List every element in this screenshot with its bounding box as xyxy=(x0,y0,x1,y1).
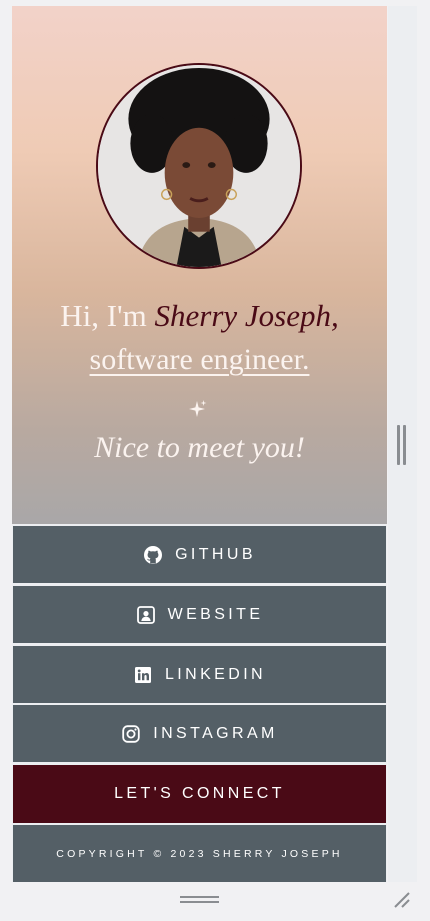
bottom-drag-handle[interactable] xyxy=(180,896,219,904)
sparkle-icon xyxy=(188,399,208,419)
instagram-button[interactable]: INSTAGRAM xyxy=(13,705,386,762)
profile-photo xyxy=(98,65,300,267)
scroll-handle[interactable] xyxy=(397,425,406,465)
greeting-text: Hi, I'm xyxy=(60,298,155,333)
website-label: WEBSITE xyxy=(167,605,264,623)
hero-section: Hi, I'm Sherry Joseph, software engineer… xyxy=(12,6,387,524)
resize-grip-icon[interactable] xyxy=(392,890,412,910)
intro-heading: Hi, I'm Sherry Joseph, xyxy=(12,294,387,338)
github-button[interactable]: GITHUB xyxy=(13,526,386,583)
page-viewport: Hi, I'm Sherry Joseph, software engineer… xyxy=(12,6,387,882)
linkedin-icon xyxy=(133,665,153,685)
github-icon xyxy=(143,545,163,565)
instagram-icon xyxy=(121,724,141,744)
portrait-icon xyxy=(136,605,156,625)
copyright-text: COPYRIGHT © 2023 SHERRY JOSEPH xyxy=(56,847,343,860)
name-text: Sherry Joseph, xyxy=(154,298,339,333)
linkedin-button[interactable]: LINKEDIN xyxy=(13,646,386,703)
avatar xyxy=(96,63,302,269)
footer: COPYRIGHT © 2023 SHERRY JOSEPH xyxy=(13,825,386,882)
tagline: Nice to meet you! xyxy=(94,431,305,464)
lets-connect-label: LET'S CONNECT xyxy=(114,785,285,802)
linkedin-label: LINKEDIN xyxy=(165,665,266,683)
website-button[interactable]: WEBSITE xyxy=(13,586,386,643)
lets-connect-button[interactable]: LET'S CONNECT xyxy=(13,765,386,823)
instagram-label: INSTAGRAM xyxy=(153,724,278,742)
github-label: GITHUB xyxy=(175,545,256,563)
role-link[interactable]: software engineer. xyxy=(12,339,387,381)
